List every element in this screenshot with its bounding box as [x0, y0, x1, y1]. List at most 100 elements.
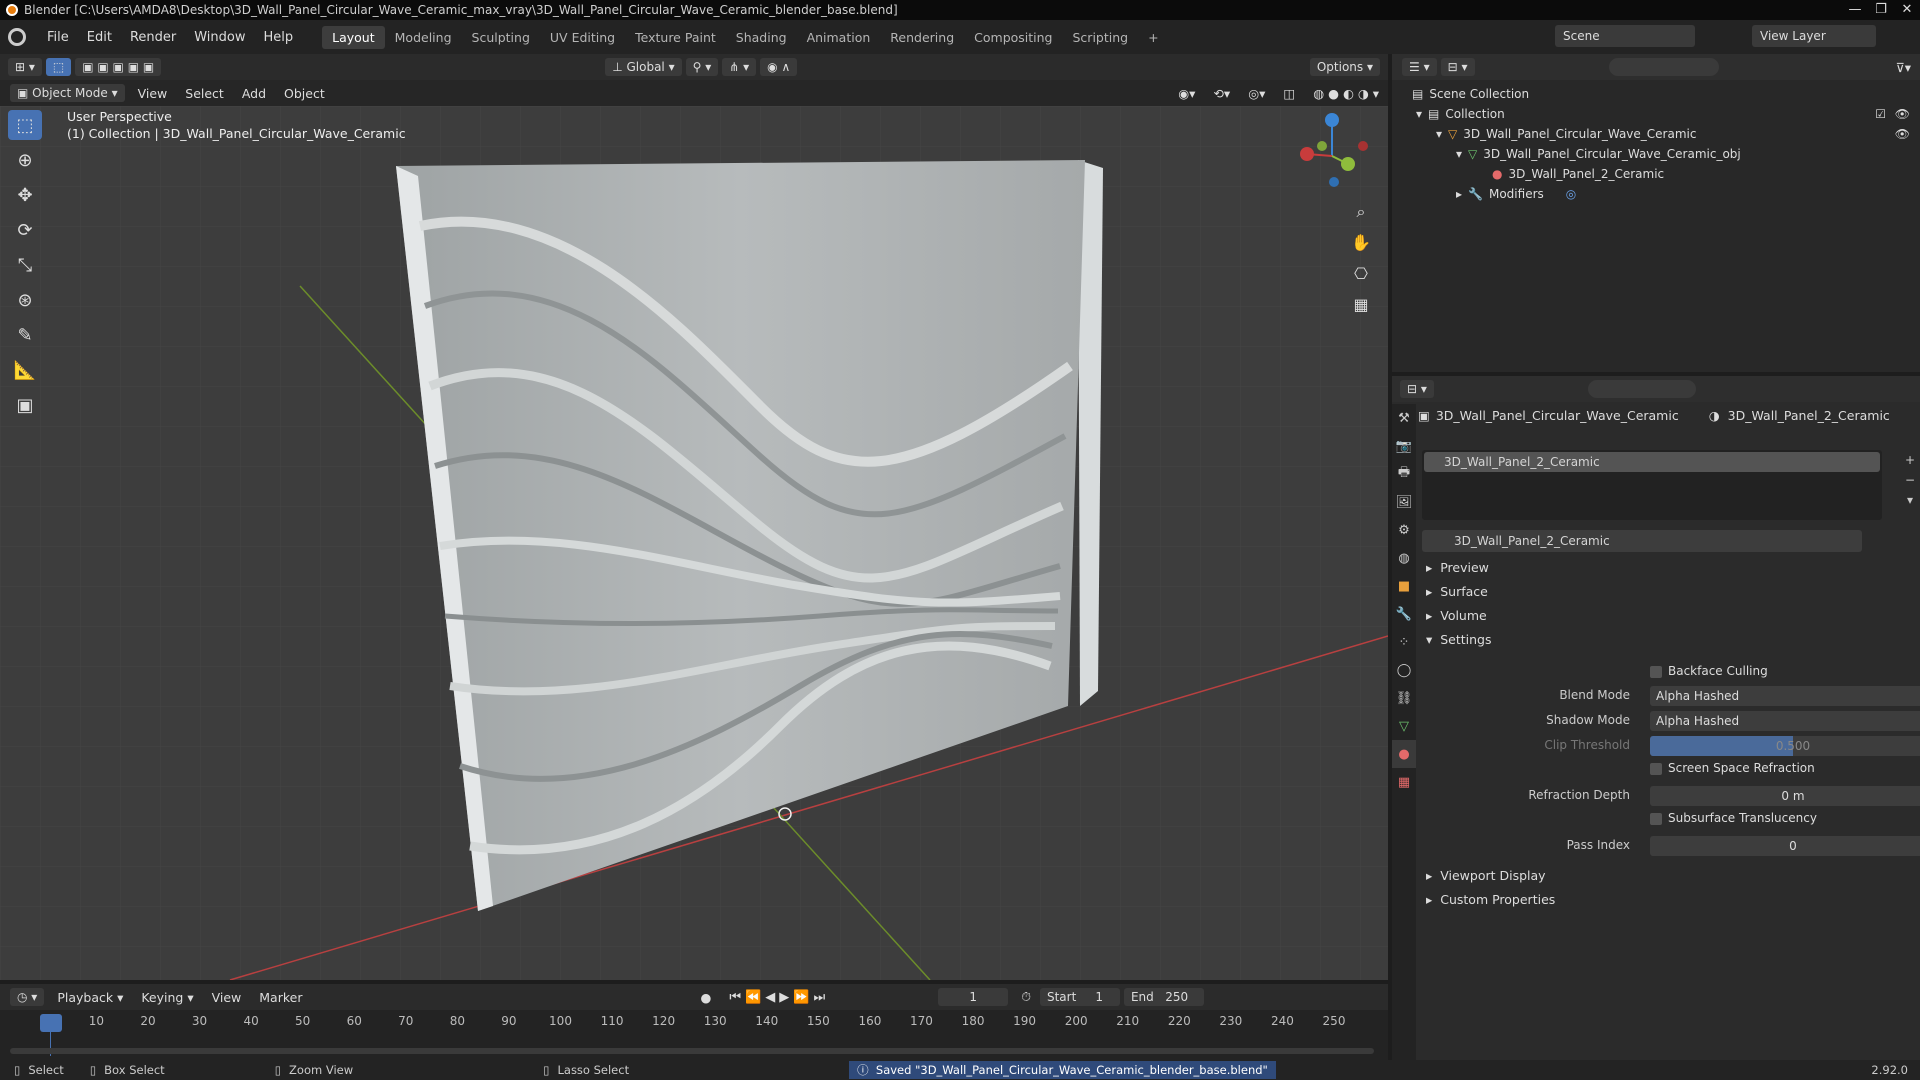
slot-specials-button[interactable]: ▾	[1900, 490, 1920, 510]
pan-hand-icon[interactable]: ✋	[1348, 227, 1374, 258]
tab-texture-paint[interactable]: Texture Paint	[625, 26, 726, 49]
move-tool-icon[interactable]: ✥	[8, 180, 42, 210]
outliner-row-mesh[interactable]: ▾ ▽ 3D_Wall_Panel_Circular_Wave_Ceramic_ob…	[1392, 144, 1920, 164]
remove-slot-button[interactable]: −	[1900, 470, 1920, 490]
subsurface-checkbox[interactable]	[1650, 813, 1662, 825]
display-mode-button[interactable]: ⊟ ▾	[1440, 58, 1475, 76]
select-tool-button[interactable]: ⬚	[45, 58, 72, 76]
annotate-tool-icon[interactable]: ✎	[8, 320, 42, 350]
measure-tool-icon[interactable]: 📐	[8, 355, 42, 385]
view-layer-selector[interactable]: View Layer	[1752, 25, 1876, 47]
3d-viewport[interactable]: User Perspective (1) Collection | 3D_Wal…	[0, 106, 1388, 980]
menu-window[interactable]: Window	[185, 30, 254, 45]
data-tab-icon[interactable]: ▽	[1392, 712, 1416, 740]
menu-keying[interactable]: Keying ▾	[132, 990, 202, 1005]
scene-tab-icon[interactable]: ⚙	[1392, 516, 1416, 544]
close-icon[interactable]: ✕	[1894, 0, 1920, 20]
pivot-point-dropdown[interactable]: ⚲ ▾	[685, 58, 719, 76]
menu-playback[interactable]: Playback ▾	[48, 990, 132, 1005]
outliner-row-scene-collection[interactable]: ▤ Scene Collection	[1392, 84, 1920, 104]
end-frame-field[interactable]: End 250	[1123, 988, 1204, 1006]
transform-orientation-dropdown[interactable]: ⊥ Global ▾	[605, 58, 682, 76]
scene-selector[interactable]: Scene	[1555, 25, 1695, 47]
current-frame-field[interactable]: 1	[938, 988, 1009, 1006]
texture-tab-icon[interactable]: ▦	[1392, 768, 1416, 796]
material-slot-list[interactable]: 3D_Wall_Panel_2_Ceramic	[1422, 450, 1882, 520]
gizmo-z-icon[interactable]	[1325, 113, 1339, 127]
overlay-toggle-icon[interactable]: ◎▾	[1239, 86, 1274, 101]
checkbox-icon[interactable]: ☑	[1875, 107, 1886, 121]
menu-object[interactable]: Object	[275, 86, 334, 101]
output-tab-icon[interactable]: 🖶	[1392, 460, 1416, 488]
visibility-icon[interactable]: ◉▾	[1169, 86, 1204, 101]
eye-icon[interactable]: 👁	[1895, 127, 1910, 141]
panel-preview[interactable]: ▸ Preview	[1426, 556, 1489, 578]
shading-mode-icons[interactable]: ◍ ● ◐ ◑ ▾	[1304, 86, 1388, 101]
clip-threshold-slider[interactable]: 0.500	[1650, 736, 1920, 756]
gizmo-y-icon[interactable]	[1341, 157, 1355, 171]
preview-range-icon[interactable]: ⏱	[1012, 989, 1040, 1005]
modifier-tab-icon[interactable]: 🔧	[1392, 600, 1416, 628]
tab-scripting[interactable]: Scripting	[1063, 26, 1139, 49]
panel-custom-properties[interactable]: ▸ Custom Properties	[1426, 888, 1555, 910]
tab-layout[interactable]: Layout	[322, 25, 385, 49]
render-tab-icon[interactable]: 📷	[1392, 432, 1416, 460]
maximize-icon[interactable]: ❐	[1868, 0, 1894, 20]
expand-icon[interactable]: ▾	[1416, 107, 1422, 121]
menu-render[interactable]: Render	[121, 30, 185, 45]
material-datablock-field[interactable]: 3D_Wall_Panel_2_Ceramic	[1422, 530, 1862, 552]
ortho-grid-icon[interactable]: ▦	[1348, 289, 1374, 320]
outliner-search-input[interactable]	[1608, 58, 1719, 76]
refraction-depth-field[interactable]: 0 m	[1650, 786, 1920, 806]
rotate-tool-icon[interactable]: ⟳	[8, 215, 42, 245]
eye-icon[interactable]: 👁	[1895, 107, 1910, 121]
outliner-row-collection[interactable]: ▾ ▤ Collection ☑ 👁	[1392, 104, 1920, 124]
view-layer-tab-icon[interactable]: 🖼	[1392, 488, 1416, 516]
xray-toggle-icon[interactable]: ◫	[1274, 86, 1304, 101]
outliner-editor-type-button[interactable]: ☰ ▾	[1402, 58, 1437, 76]
material-tab-icon[interactable]: ●	[1392, 740, 1416, 768]
start-frame-field[interactable]: Start 1	[1039, 988, 1120, 1006]
camera-view-icon[interactable]: ⎔	[1348, 258, 1374, 289]
panel-surface[interactable]: ▸ Surface	[1426, 580, 1488, 602]
world-tab-icon[interactable]: ◍	[1392, 544, 1416, 572]
playback-controls[interactable]: ⏮⏪◀▶⏩⏭	[720, 990, 838, 1005]
object-tab-icon[interactable]: ■	[1392, 572, 1416, 600]
object-mode-dropdown[interactable]: ▣ Object Mode ▾	[10, 84, 125, 102]
expand-icon[interactable]: ▾	[1456, 147, 1462, 161]
select-box-tool-icon[interactable]: ⬚	[8, 110, 42, 140]
outliner-row-material[interactable]: ● 3D_Wall_Panel_2_Ceramic	[1392, 164, 1920, 184]
panel-volume[interactable]: ▸ Volume	[1426, 604, 1487, 626]
properties-editor-type-button[interactable]: ⊟ ▾	[1400, 380, 1434, 398]
add-cube-tool-icon[interactable]: ▣	[8, 390, 42, 420]
frame-ruler[interactable]: 1102030405060708090100110120130140150160…	[0, 1012, 1388, 1032]
timeline-editor-type-button[interactable]: ◷ ▾	[10, 988, 45, 1006]
editor-type-button[interactable]: ⊞ ▾	[8, 58, 42, 76]
gizmo-toggle-icon[interactable]: ⟲▾	[1204, 86, 1239, 101]
snap-toggle[interactable]: ⋔ ▾	[722, 58, 757, 76]
blend-mode-dropdown[interactable]: Alpha Hashed	[1650, 686, 1920, 706]
menu-marker[interactable]: Marker	[250, 990, 311, 1005]
add-workspace-button[interactable]: +	[1138, 26, 1168, 49]
expand-icon[interactable]: ▸	[1456, 187, 1462, 201]
selection-mode-buttons[interactable]: ▣ ▣ ▣ ▣ ▣	[75, 58, 162, 76]
shadow-mode-dropdown[interactable]: Alpha Hashed	[1650, 711, 1920, 731]
physics-tab-icon[interactable]: ◯	[1392, 656, 1416, 684]
pass-index-field[interactable]: 0	[1650, 836, 1920, 856]
transform-tool-icon[interactable]: ⊛	[8, 285, 42, 315]
timeline-scrollbar[interactable]	[10, 1048, 1374, 1054]
tab-rendering[interactable]: Rendering	[880, 26, 964, 49]
ssr-checkbox[interactable]	[1650, 763, 1662, 775]
outliner-row-modifiers[interactable]: ▸ 🔧 Modifiers ◎	[1392, 184, 1920, 204]
tab-sculpting[interactable]: Sculpting	[462, 26, 540, 49]
cursor-tool-icon[interactable]: ⊕	[8, 145, 42, 175]
menu-help[interactable]: Help	[255, 30, 303, 45]
playhead[interactable]	[40, 1014, 62, 1032]
options-dropdown[interactable]: Options ▾	[1309, 58, 1380, 76]
filter-icon[interactable]: ⊽▾	[1887, 60, 1920, 75]
material-slot-item[interactable]: 3D_Wall_Panel_2_Ceramic	[1424, 452, 1880, 472]
zoom-icon[interactable]: ⌕	[1348, 196, 1374, 227]
backface-culling-checkbox[interactable]	[1650, 666, 1662, 678]
properties-search-input[interactable]	[1587, 380, 1696, 398]
tool-tab-icon[interactable]: ⚒	[1392, 404, 1416, 432]
